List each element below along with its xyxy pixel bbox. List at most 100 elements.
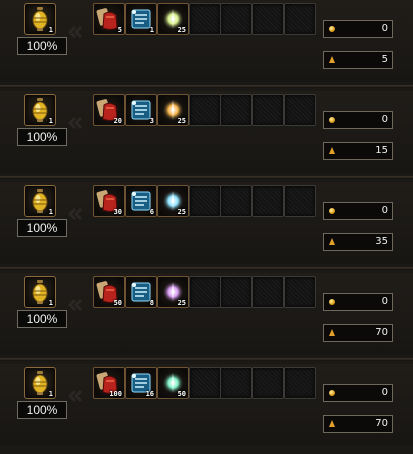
material-slot[interactable]: 20 [93, 94, 125, 126]
gold-coin-icon [329, 299, 335, 305]
material-slot[interactable]: 50 [93, 276, 125, 308]
tool-count: 1 [48, 208, 53, 216]
empty-material-slot[interactable] [252, 276, 284, 308]
empty-material-slot[interactable] [189, 185, 221, 217]
tool-count: 1 [48, 26, 53, 34]
empty-material-slot[interactable] [189, 94, 221, 126]
fee-cost: 5 [323, 51, 393, 69]
material-count: 8 [149, 299, 154, 307]
material-slot[interactable]: 8 [125, 276, 157, 308]
empty-material-slot[interactable] [220, 94, 252, 126]
empty-material-slot[interactable] [252, 185, 284, 217]
double-chevron-left-icon [66, 297, 84, 312]
success-rate: 100% [17, 219, 67, 237]
material-slot[interactable]: 1 [125, 3, 157, 35]
material-count: 25 [177, 117, 186, 125]
empty-material-slot[interactable] [189, 276, 221, 308]
material-slot[interactable]: 25 [157, 3, 189, 35]
success-rate: 100% [17, 128, 67, 146]
gold-cost: 0 [323, 20, 393, 38]
tool-slot[interactable]: 1 [24, 185, 56, 217]
upgrade-row: 1 100% 5 1 25 0 5 [0, 0, 413, 82]
fee-cost: 70 [323, 324, 393, 342]
gold-coin-icon [329, 26, 335, 32]
material-count: 6 [149, 208, 154, 216]
gold-cost-value: 0 [381, 387, 388, 398]
tool-slot[interactable]: 1 [24, 276, 56, 308]
material-count: 5 [117, 26, 122, 34]
empty-material-slot[interactable] [252, 367, 284, 399]
material-count: 20 [113, 117, 122, 125]
ember-icon [329, 420, 335, 427]
material-slot[interactable]: 25 [157, 94, 189, 126]
empty-material-slot[interactable] [284, 185, 316, 217]
row-divider [0, 357, 413, 361]
material-count: 16 [145, 390, 154, 398]
gold-cost: 0 [323, 384, 393, 402]
upgrade-row: 1 100% 100 16 50 0 70 [0, 364, 413, 446]
gold-cost: 0 [323, 293, 393, 311]
double-chevron-left-icon [66, 206, 84, 221]
upgrade-panel: 1 100% 5 1 25 0 5 1 100% 20 3 25 0 15 1 100% 30 6 25 0 35 1 10… [0, 0, 413, 454]
tool-count: 1 [48, 117, 53, 125]
material-count: 30 [113, 208, 122, 216]
ember-icon [329, 56, 335, 63]
material-count: 100 [109, 390, 122, 398]
material-count: 3 [149, 117, 154, 125]
material-slot[interactable]: 100 [93, 367, 125, 399]
gold-cost-value: 0 [381, 205, 388, 216]
tool-slot[interactable]: 1 [24, 94, 56, 126]
empty-material-slot[interactable] [284, 94, 316, 126]
material-slot[interactable]: 5 [93, 3, 125, 35]
empty-material-slot[interactable] [189, 3, 221, 35]
success-rate: 100% [17, 401, 67, 419]
ember-icon [329, 329, 335, 336]
row-divider [0, 175, 413, 179]
material-count: 50 [177, 390, 186, 398]
gold-cost-value: 0 [381, 114, 388, 125]
fee-cost-value: 70 [375, 327, 388, 338]
success-rate: 100% [17, 310, 67, 328]
gold-coin-icon [329, 117, 335, 123]
tool-slot[interactable]: 1 [24, 3, 56, 35]
empty-material-slot[interactable] [284, 3, 316, 35]
material-slot[interactable]: 6 [125, 185, 157, 217]
tool-slot[interactable]: 1 [24, 367, 56, 399]
empty-material-slot[interactable] [284, 276, 316, 308]
material-count: 1 [149, 26, 154, 34]
tool-count: 1 [48, 390, 53, 398]
empty-material-slot[interactable] [220, 3, 252, 35]
material-count: 25 [177, 208, 186, 216]
upgrade-row: 1 100% 30 6 25 0 35 [0, 182, 413, 264]
ember-icon [329, 238, 335, 245]
material-slot[interactable]: 50 [157, 367, 189, 399]
material-slot[interactable]: 25 [157, 185, 189, 217]
empty-material-slot[interactable] [252, 94, 284, 126]
fee-cost: 70 [323, 415, 393, 433]
gold-cost-value: 0 [381, 23, 388, 34]
fee-cost-value: 70 [375, 418, 388, 429]
gold-coin-icon [329, 208, 335, 214]
empty-material-slot[interactable] [189, 367, 221, 399]
success-rate: 100% [17, 37, 67, 55]
fee-cost: 35 [323, 233, 393, 251]
empty-material-slot[interactable] [220, 185, 252, 217]
ember-icon [329, 147, 335, 154]
fee-cost-value: 15 [375, 145, 388, 156]
empty-material-slot[interactable] [220, 276, 252, 308]
empty-material-slot[interactable] [220, 367, 252, 399]
empty-material-slot[interactable] [284, 367, 316, 399]
gold-cost: 0 [323, 202, 393, 220]
material-slot[interactable]: 3 [125, 94, 157, 126]
fee-cost: 15 [323, 142, 393, 160]
row-divider [0, 266, 413, 270]
material-slot[interactable]: 16 [125, 367, 157, 399]
gold-coin-icon [329, 390, 335, 396]
gold-cost-value: 0 [381, 296, 388, 307]
material-slot[interactable]: 25 [157, 276, 189, 308]
row-divider [0, 84, 413, 88]
material-count: 50 [113, 299, 122, 307]
material-slot[interactable]: 30 [93, 185, 125, 217]
double-chevron-left-icon [66, 24, 84, 39]
empty-material-slot[interactable] [252, 3, 284, 35]
